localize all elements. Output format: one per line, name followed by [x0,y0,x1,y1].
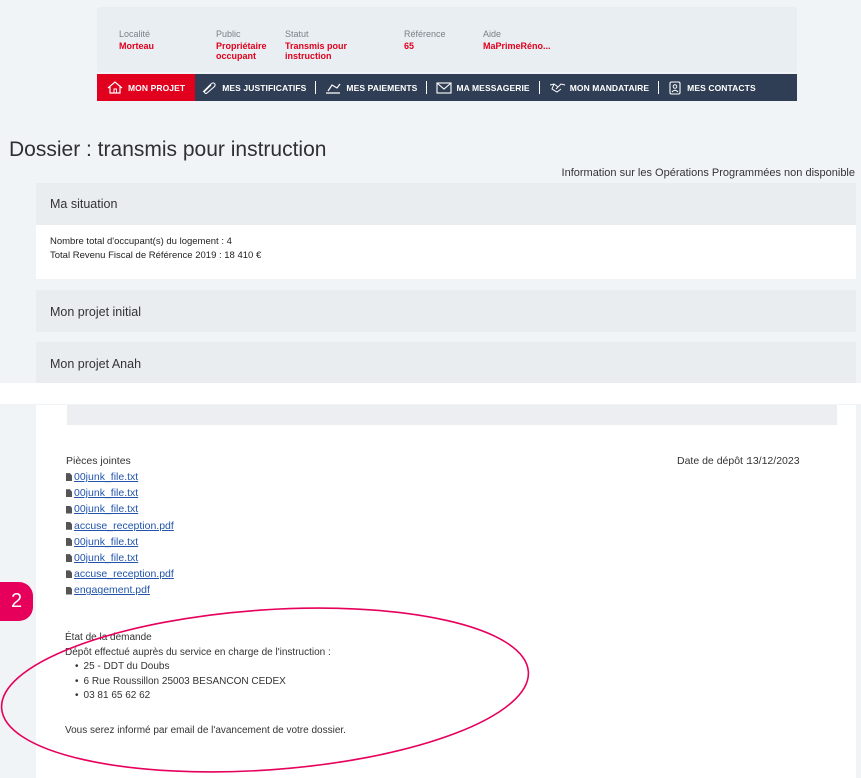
nav-separator [658,81,660,94]
service-address: 6 Rue Roussillon 25003 BESANCON CEDEX [75,675,331,690]
annotation-badge: 2 [0,582,33,621]
attachment-link[interactable]: engagement.pdf [66,582,174,598]
nav-mes-justificatifs[interactable]: MES JUSTIFICATIFS [195,74,312,101]
deposit-date-label: Date de dépôt : [677,455,749,467]
nav-separator [315,81,317,94]
nav-mon-projet[interactable]: MON PROJET [97,74,196,101]
info-localite: Localité Morteau [119,29,155,51]
request-state: État de la demande Dépôt effectué auprès… [65,631,331,704]
payment-icon [326,83,341,94]
file-icon [66,489,72,498]
state-title: État de la demande [65,632,152,643]
nav-mes-paiements[interactable]: MES PAIEMENTS [319,74,423,101]
cut-off-row [67,405,837,425]
file-icon [66,537,72,546]
attachment-link[interactable]: 00junk_file.txt [66,501,174,517]
operations-info: Information sur les Opérations Programmé… [561,167,855,179]
attachments-list: 00junk_file.txt 00junk_file.txt 00junk_f… [66,469,174,599]
state-note: Vous serez informé par email de l'avance… [65,725,346,736]
file-icon [66,473,72,482]
attachments-title: Pièces jointes [66,455,131,467]
file-icon [66,554,72,563]
paperclip-icon [202,81,216,94]
main-nav: MON PROJET MES JUSTIFICATIFS MES PAIEMEN… [97,74,797,101]
file-icon [66,521,72,530]
project-info-card: Localité Morteau Public Propriétaire occu… [97,7,797,72]
file-icon [66,586,72,595]
contacts-icon [669,80,681,95]
situation-details: Nombre total d'occupant(s) du logement :… [36,225,856,279]
screenshot-gap [0,383,861,404]
attachment-link[interactable]: accuse_reception.pdf [66,518,174,534]
handshake-icon [549,82,565,93]
nav-ma-messagerie[interactable]: MA MESSAGERIE [430,74,535,101]
envelope-icon [436,81,452,94]
attachment-link[interactable]: 00junk_file.txt [66,534,174,550]
attachment-link[interactable]: 00junk_file.txt [66,550,174,566]
info-public: Public Propriétaire occupant [216,29,267,61]
section-ma-situation[interactable]: Ma situation [36,183,856,225]
service-details: 25 - DDT du Doubs 6 Rue Roussillon 25003… [65,660,331,704]
state-intro: Dépôt effectué auprès du service en char… [65,646,331,658]
page-title: Dossier : transmis pour instruction [9,138,327,161]
section-mon-projet-anah[interactable]: Mon projet Anah [36,342,856,383]
file-icon [66,505,72,514]
attachment-link[interactable]: 00junk_file.txt [66,469,174,485]
nav-separator [538,81,540,94]
info-statut: Statut Transmis pour instruction [285,29,348,61]
attachment-link[interactable]: accuse_reception.pdf [66,566,174,582]
info-reference: Référence 65 [404,29,446,51]
deposit-date-value: 13/12/2023 [747,455,800,467]
service-name: 25 - DDT du Doubs [75,660,331,675]
house-icon [107,81,123,94]
section-mon-projet-initial[interactable]: Mon projet initial [36,290,856,332]
attachment-link[interactable]: 00junk_file.txt [66,485,174,501]
nav-mes-contacts[interactable]: MES CONTACTS [662,74,762,101]
projet-anah-content: Pièces jointes 00junk_file.txt 00junk_fi… [36,405,856,778]
nav-mon-mandataire[interactable]: MON MANDATAIRE [543,74,655,101]
nav-separator [426,81,428,94]
service-phone: 03 81 65 62 62 [75,689,331,704]
file-icon [66,570,72,579]
info-aide: Aide MaPrimeRéno... [483,29,551,51]
